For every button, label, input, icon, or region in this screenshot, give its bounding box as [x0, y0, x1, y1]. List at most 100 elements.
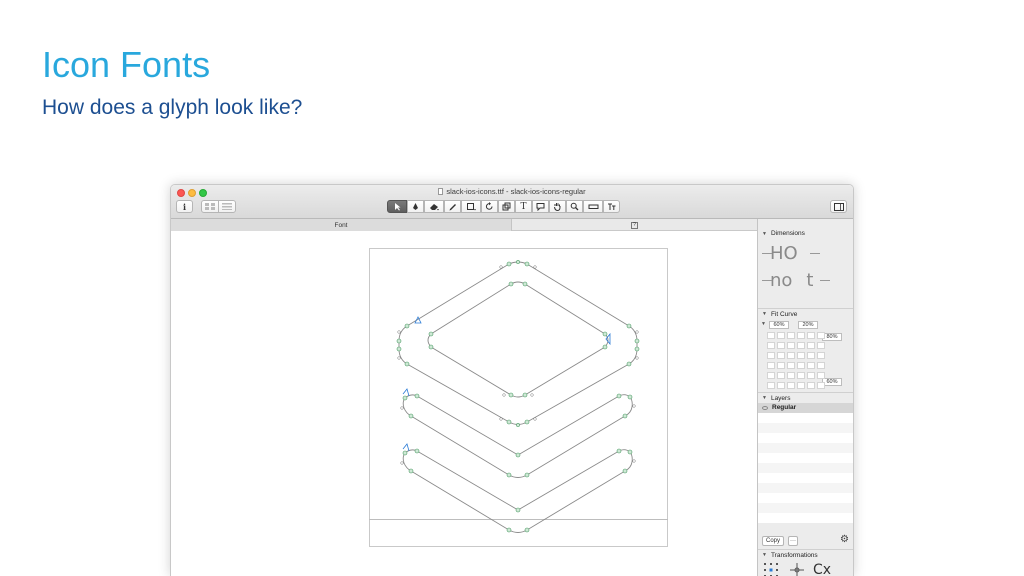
rotate-tool-button[interactable]: [481, 200, 498, 213]
fit-curve-cell[interactable]: [807, 352, 815, 359]
fit-curve-cell[interactable]: [807, 362, 815, 369]
typeset-tool-icon: [608, 203, 616, 210]
fit-curve-cell[interactable]: [797, 352, 805, 359]
sidebar-toggle-button[interactable]: [830, 200, 847, 213]
transformations-preview: Cx: [813, 562, 832, 576]
grid-view-button[interactable]: [201, 200, 219, 213]
eraser-tool-button[interactable]: [424, 200, 444, 213]
on-curve-nodes: [396, 260, 640, 533]
dimensions-preview-lower-text: no: [770, 270, 793, 291]
fit-curve-cell[interactable]: [767, 352, 775, 359]
sidebar-toggle-icon: [833, 202, 844, 211]
fit-curve-cell[interactable]: [787, 332, 795, 339]
zoom-tool-button[interactable]: [566, 200, 583, 213]
dimensions-preview-upper-text: HO: [770, 243, 798, 264]
fit-curve-value-2[interactable]: 20%: [798, 321, 818, 329]
fit-curve-cell[interactable]: [777, 342, 785, 349]
fit-curve-cell[interactable]: [817, 372, 825, 379]
tab-font[interactable]: Font: [171, 219, 512, 231]
fit-curve-cell[interactable]: [777, 372, 785, 379]
fit-curve-cell[interactable]: [797, 342, 805, 349]
dimension-guide-line: [762, 280, 772, 281]
fit-curve-cell[interactable]: [787, 382, 795, 389]
fit-curve-cell[interactable]: [767, 332, 775, 339]
empty-layer-row: [758, 423, 853, 433]
fit-curve-cell[interactable]: [777, 382, 785, 389]
glyph-edit-canvas[interactable]: [171, 231, 757, 576]
scale-tool-button[interactable]: [498, 200, 515, 213]
align-grid-icon[interactable]: [764, 563, 778, 576]
fit-curve-cell[interactable]: [817, 332, 825, 339]
fit-curve-cell[interactable]: [767, 342, 775, 349]
info-button[interactable]: i: [176, 200, 193, 213]
annotation-tool-button[interactable]: [532, 200, 549, 213]
dimension-guide-line: [810, 253, 820, 254]
dimensions-preview-t-text: t: [806, 270, 814, 291]
empty-layer-row: [758, 443, 853, 453]
slide-title: Icon Fonts: [42, 44, 211, 85]
move-crosshair-icon[interactable]: [790, 563, 804, 576]
fit-curve-cell[interactable]: [797, 362, 805, 369]
empty-layer-row: [758, 453, 853, 463]
tab-bar: Font ?: [171, 219, 757, 231]
copy-layer-button[interactable]: Copy: [762, 536, 784, 546]
fit-curve-cell[interactable]: [797, 382, 805, 389]
pen-tool-button[interactable]: [407, 200, 424, 213]
layer-name: Regular: [772, 404, 797, 411]
fit-curve-cell[interactable]: [807, 372, 815, 379]
disclosure-triangle-icon: ▼: [762, 311, 767, 317]
fit-curve-cell[interactable]: [817, 362, 825, 369]
fit-curve-cell[interactable]: [767, 362, 775, 369]
tab-glyph[interactable]: ?: [512, 219, 757, 231]
transformations-label: Transformations: [770, 551, 818, 559]
fit-curve-cell[interactable]: [797, 372, 805, 379]
fit-curve-cell[interactable]: [807, 382, 815, 389]
fit-curve-cell[interactable]: [797, 332, 805, 339]
fit-curve-cell[interactable]: [777, 352, 785, 359]
eye-icon[interactable]: [762, 406, 768, 410]
rectangle-tool-button[interactable]: [461, 200, 481, 213]
fit-curve-value-1[interactable]: 60%: [769, 321, 789, 329]
typeset-tool-button[interactable]: [603, 200, 620, 213]
list-view-button[interactable]: [218, 200, 236, 213]
document-icon: [438, 188, 444, 195]
fit-curve-cell[interactable]: [787, 362, 795, 369]
fit-curve-cell[interactable]: [817, 352, 825, 359]
question-icon: ?: [631, 221, 638, 229]
fit-curve-cell[interactable]: [787, 342, 795, 349]
fit-curve-value-top-right[interactable]: 80%: [822, 333, 842, 341]
empty-layer-row: [758, 513, 853, 523]
window-title-text: slack-ios-icons.ttf - slack-ios-icons-re…: [446, 187, 586, 196]
inner-diamond-path: [427, 281, 609, 398]
window-titlebar: slack-ios-icons.ttf - slack-ios-icons-re…: [171, 185, 853, 219]
fit-curve-cell[interactable]: [817, 342, 825, 349]
fit-curve-cell[interactable]: [777, 362, 785, 369]
fit-curve-value-bottom-right[interactable]: 60%: [822, 378, 842, 386]
pencil-tool-icon: [449, 204, 456, 211]
select-tool-icon: [394, 203, 400, 211]
hand-tool-button[interactable]: [549, 200, 566, 213]
fit-curve-cell[interactable]: [777, 332, 785, 339]
fit-curve-header[interactable]: ▼ Fit Curve: [758, 308, 853, 319]
pencil-tool-button[interactable]: [444, 200, 461, 213]
fit-curve-cell[interactable]: [787, 352, 795, 359]
gear-icon[interactable]: ⚙: [840, 534, 849, 545]
fit-curve-cell[interactable]: [807, 332, 815, 339]
dimensions-header[interactable]: ▼ Dimensions: [758, 228, 853, 239]
fit-curve-cell[interactable]: [807, 342, 815, 349]
measure-tool-button[interactable]: [583, 200, 603, 213]
transformations-header[interactable]: ▼ Transformations: [758, 549, 853, 560]
fit-curve-cell[interactable]: [817, 382, 825, 389]
window-title: slack-ios-icons.ttf - slack-ios-icons-re…: [171, 187, 853, 196]
layers-header[interactable]: ▼ Layers: [758, 392, 853, 403]
layer-options-button[interactable]: ···: [788, 536, 798, 546]
fit-curve-cell[interactable]: [767, 382, 775, 389]
select-tool-button[interactable]: [387, 200, 407, 213]
disclosure-triangle-icon: ▼: [762, 552, 767, 558]
fit-curve-label: Fit Curve: [770, 310, 798, 318]
fit-curve-cell[interactable]: [767, 372, 775, 379]
text-tool-button[interactable]: T: [515, 200, 532, 213]
layer-row[interactable]: Regular: [758, 403, 853, 413]
fit-curve-cell[interactable]: [787, 372, 795, 379]
disclosure-triangle-icon: ▼: [762, 395, 767, 401]
